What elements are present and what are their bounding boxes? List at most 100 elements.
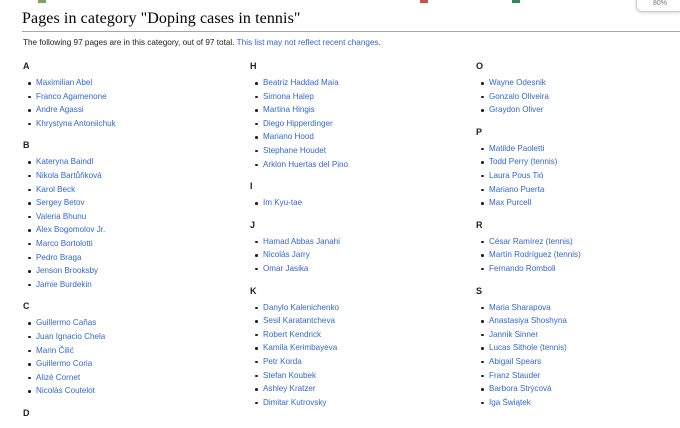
page-link[interactable]: Lucas Sithole (tennis) <box>489 343 567 352</box>
page-link[interactable]: Petr Korda <box>263 357 302 366</box>
page-link[interactable]: Guillermo Coria <box>36 359 92 368</box>
page-list: Guillermo Cañas Juan Ignacio Chela Marin Č… <box>23 316 223 398</box>
page-link[interactable]: Khrystyna Antoniichuk <box>36 119 116 128</box>
page-link[interactable]: Im Kyu-tae <box>263 198 302 207</box>
list-item: Simona Halep <box>250 90 450 104</box>
list-item: Dimitar Kutrovsky <box>250 396 450 410</box>
page-list: Beatriz Haddad Maia Simona Halep Martina H… <box>250 76 450 171</box>
page-link[interactable]: César Ramírez (tennis) <box>489 237 573 246</box>
list-item: Robert Kendrick <box>250 328 450 342</box>
page-link[interactable]: Kateryna Baindl <box>36 157 93 166</box>
page-link[interactable]: Nikola Bartůňková <box>36 171 102 180</box>
page-link[interactable]: Nicolás Jarry <box>263 250 310 259</box>
page-list: Maximilian Abel Franco Agamenone Andre Aga… <box>23 76 223 130</box>
list-item: Graydon Oliver <box>476 103 676 117</box>
letter-heading: H <box>250 61 257 71</box>
page-link[interactable]: Franco Agamenone <box>36 92 107 101</box>
page-link[interactable]: Kamila Kerimbayeva <box>263 343 337 352</box>
list-item: Franco Agamenone <box>23 90 223 104</box>
page-link[interactable]: Graydon Oliver <box>489 105 543 114</box>
page-link[interactable]: Iga Świątek <box>489 398 531 407</box>
list-item: Valeria Bhunu <box>23 210 223 224</box>
page-link[interactable]: Alizé Cornet <box>36 373 80 382</box>
list-item: Pedro Braga <box>23 251 223 265</box>
page-link[interactable]: Wayne Odesnik <box>489 78 546 87</box>
letter-heading: S <box>476 285 483 296</box>
intro-end: . <box>378 38 381 47</box>
page-link[interactable]: Andre Agassi <box>36 105 84 114</box>
list-item: Ashley Kratzer <box>250 382 450 396</box>
category-column-3: O Wayne Odesnik Gonzalo Oliveira Graydon Ol… <box>476 60 676 418</box>
list-item: Sesil Karatantcheva <box>250 314 450 328</box>
page-link[interactable]: Todd Perry (tennis) <box>489 157 557 166</box>
page-link[interactable]: Anastasiya Shoshyna <box>489 316 567 325</box>
page-link[interactable]: Matilde Paoletti <box>489 144 544 153</box>
page-link[interactable]: Ashley Kratzer <box>263 384 316 393</box>
page-link[interactable]: Sesil Karatantcheva <box>263 316 335 325</box>
letter-group: B Kateryna Baindl Nikola Bartůňková Karol B… <box>23 139 223 291</box>
page-link[interactable]: Gonzalo Oliveira <box>489 92 549 101</box>
list-item: Iga Świątek <box>476 396 676 410</box>
page-link[interactable]: Hamad Abbas Janahi <box>263 237 340 246</box>
page-link[interactable]: Omar Jasika <box>263 264 308 273</box>
list-item: Matilde Paoletti <box>476 142 676 156</box>
page-link[interactable]: Beatriz Haddad Maia <box>263 78 339 87</box>
letter-heading: B <box>23 140 30 151</box>
page-link[interactable]: Alex Bogomolov Jr. <box>36 225 105 234</box>
page-link[interactable]: Jannik Sinner <box>489 330 538 339</box>
page-link[interactable]: Mariano Puerta <box>489 185 544 194</box>
page-link[interactable]: Guillermo Cañas <box>36 318 96 327</box>
list-item: Mariano Puerta <box>476 183 676 197</box>
page-link[interactable]: Stefan Koubek <box>263 371 316 380</box>
page-link[interactable]: Maximilian Abel <box>36 78 92 87</box>
list-item: Arklon Huertas del Pino <box>250 158 450 172</box>
page-link[interactable]: Nicolás Coutelot <box>36 386 95 395</box>
page-link[interactable]: Franz Stauder <box>489 371 540 380</box>
intro-text: The following 97 pages are in this categ… <box>23 38 235 47</box>
page-link[interactable]: Arklon Huertas del Pino <box>263 160 348 169</box>
browser-top-edge <box>0 0 680 4</box>
page-link[interactable]: Pedro Braga <box>36 253 81 262</box>
page-link[interactable]: Stephane Houdet <box>263 146 326 155</box>
list-item: Jenson Brooksby <box>23 264 223 278</box>
page-link[interactable]: Max Purcell <box>489 198 531 207</box>
page-link[interactable]: Karol Beck <box>36 185 75 194</box>
page-link[interactable]: Fernando Romboli <box>489 264 556 273</box>
page-link[interactable]: Valeria Bhunu <box>36 212 86 221</box>
page-link[interactable]: Diego Hipperdinger <box>263 119 333 128</box>
list-item: César Ramírez (tennis) <box>476 235 676 249</box>
list-item: Beatriz Haddad Maia <box>250 76 450 90</box>
list-item: Franz Stauder <box>476 369 676 383</box>
page-link[interactable]: Laura Pous Tió <box>489 171 543 180</box>
page-link[interactable]: Mariano Hood <box>263 132 314 141</box>
page-link[interactable]: Martín Rodríguez (tennis) <box>489 250 581 259</box>
page-link[interactable]: Barbora Strýcová <box>489 384 552 393</box>
zoom-indicator[interactable]: 80% <box>636 0 680 12</box>
page-link[interactable]: Dimitar Kutrovsky <box>263 398 326 407</box>
tab-favicon-strip <box>38 0 46 3</box>
list-item: Karol Beck <box>23 183 223 197</box>
page-link[interactable]: Maria Sharapova <box>489 303 551 312</box>
page-link[interactable]: Martina Hingis <box>263 105 315 114</box>
tab-favicon-strip <box>420 0 428 3</box>
letter-group: J Hamad Abbas Janahi Nicolás Jarry Omar Jas… <box>250 219 450 276</box>
page-link[interactable]: Marco Bortolotti <box>36 239 93 248</box>
letter-group: A Maximilian Abel Franco Agamenone Andre Ag… <box>23 60 223 130</box>
page-link[interactable]: Jenson Brooksby <box>36 266 98 275</box>
page-link[interactable]: Abigail Spears <box>489 357 541 366</box>
tab-favicon-strip <box>512 0 520 3</box>
letter-heading: O <box>476 61 484 71</box>
page-link[interactable]: Robert Kendrick <box>263 330 321 339</box>
page-link[interactable]: Jamie Burdekin <box>36 280 92 289</box>
recent-changes-link[interactable]: This list may not reflect recent changes <box>237 38 379 47</box>
letter-group: H Beatriz Haddad Maia Simona Halep Martina … <box>250 60 450 171</box>
list-item: Martín Rodríguez (tennis) <box>476 248 676 262</box>
list-item: Mariano Hood <box>250 130 450 144</box>
list-item: Jannik Sinner <box>476 328 676 342</box>
page-link[interactable]: Sergey Betov <box>36 198 85 207</box>
page-link[interactable]: Simona Halep <box>263 92 314 101</box>
page-link[interactable]: Marin Čilić <box>36 346 74 355</box>
page-link[interactable]: Juan Ignacio Chela <box>36 332 105 341</box>
page-link[interactable]: Danylo Kalenichenko <box>263 303 339 312</box>
letter-group: D <box>23 407 223 419</box>
